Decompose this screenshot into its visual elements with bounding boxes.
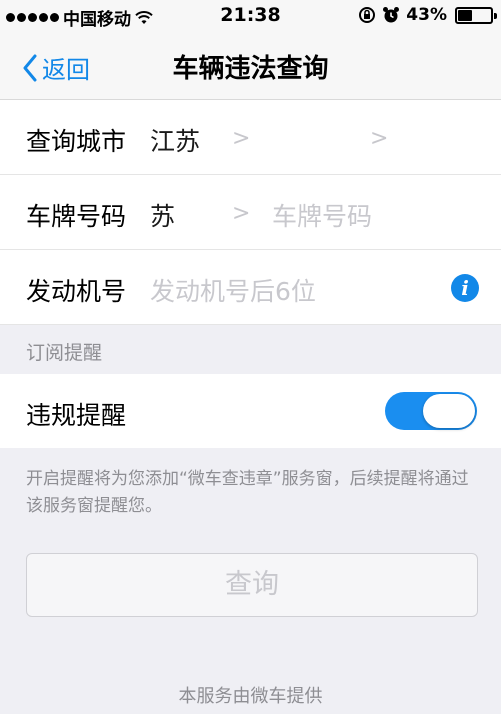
engine-row: 发动机号 发动机号后6位 i bbox=[0, 250, 501, 325]
status-bar: 中国移动 21:38 43% bbox=[0, 0, 501, 32]
plate-label: 车牌号码 bbox=[26, 202, 127, 231]
city-label: 查询城市 bbox=[26, 127, 127, 156]
violation-reminder-row: 违规提醒 bbox=[0, 374, 501, 448]
engine-label: 发动机号 bbox=[26, 277, 127, 306]
footer-text: 本服务由微车提供 bbox=[178, 686, 323, 707]
toggle-knob bbox=[423, 394, 475, 428]
plate-number-input[interactable]: 车牌号码 bbox=[272, 197, 372, 233]
violation-reminder-toggle[interactable] bbox=[385, 392, 477, 430]
chevron-right-icon: > bbox=[370, 126, 389, 151]
info-icon[interactable]: i bbox=[451, 274, 479, 302]
section-header: 订阅提醒 bbox=[0, 324, 501, 374]
battery-fill bbox=[458, 9, 472, 21]
navigation-bar: 返回 车辆违法查询 bbox=[0, 32, 501, 100]
query-form: 查询城市 江苏 > > 车牌号码 苏 > 车牌号码 发动机号 发动机号后6位 i bbox=[0, 100, 501, 325]
page-title: 车辆违法查询 bbox=[172, 54, 329, 84]
plate-prefix-select[interactable]: 苏 bbox=[150, 197, 175, 233]
query-button[interactable]: 查询 bbox=[26, 553, 478, 617]
subscription-note: 开启提醒将为您添加“微车查违章”服务窗，后续提醒将通过该服务窗提醒您。 bbox=[26, 469, 469, 516]
violation-reminder-label: 违规提醒 bbox=[26, 401, 127, 430]
status-right: 43% bbox=[358, 5, 497, 25]
battery-icon bbox=[455, 6, 497, 24]
chevron-right-icon: > bbox=[232, 126, 251, 151]
city-row[interactable]: 查询城市 江苏 > > bbox=[0, 100, 501, 175]
section-title: 订阅提醒 bbox=[26, 342, 103, 364]
chevron-right-icon: > bbox=[232, 201, 251, 226]
engine-number-input[interactable]: 发动机号后6位 bbox=[150, 272, 316, 308]
rotation-lock-icon bbox=[359, 7, 376, 23]
city-value[interactable]: 江苏 bbox=[150, 122, 200, 158]
alarm-clock-icon bbox=[383, 7, 400, 23]
plate-row: 车牌号码 苏 > 车牌号码 bbox=[0, 175, 501, 250]
battery-percent: 43% bbox=[406, 5, 447, 25]
